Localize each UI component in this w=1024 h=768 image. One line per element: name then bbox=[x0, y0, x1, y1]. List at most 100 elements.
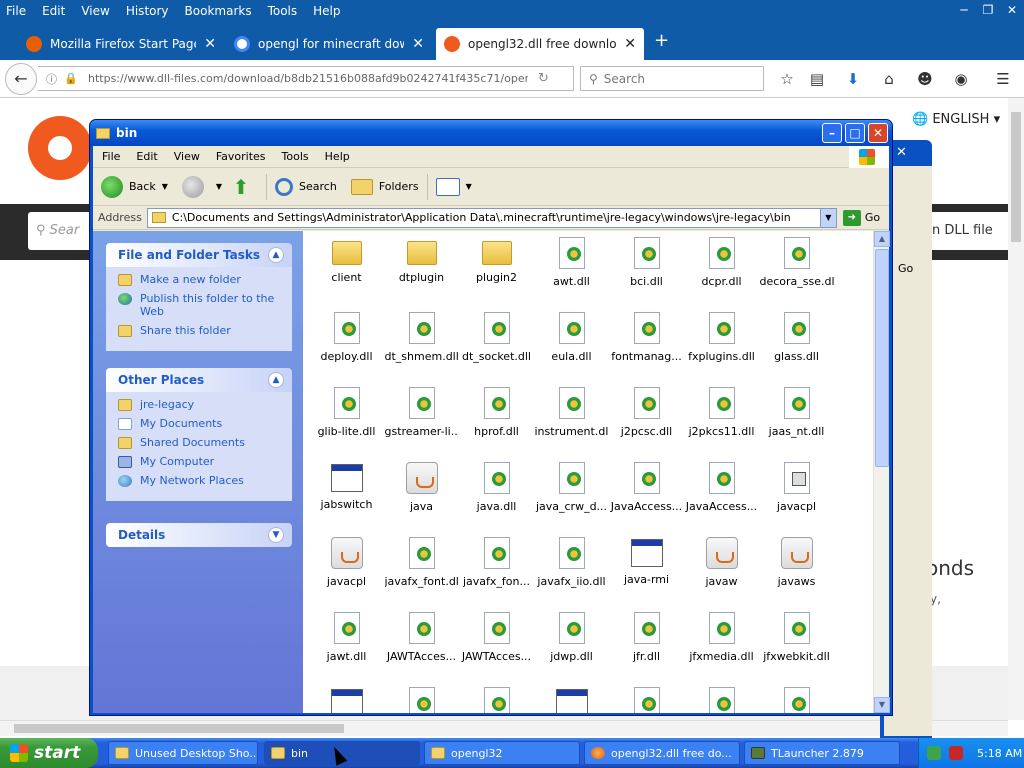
file-item[interactable]: JavaAccess... bbox=[609, 460, 684, 535]
file-item[interactable]: JAWTAcces... bbox=[384, 610, 459, 685]
menu-help[interactable]: Help bbox=[317, 150, 358, 163]
task-make-folder[interactable]: Make a new folder bbox=[118, 273, 282, 286]
file-item[interactable]: javaw bbox=[684, 535, 759, 610]
ff-menu-file[interactable]: File bbox=[0, 4, 34, 18]
ff-menu-tools[interactable]: Tools bbox=[260, 4, 306, 18]
task-publish-web[interactable]: Publish this folder to the Web bbox=[118, 292, 282, 318]
clock[interactable]: 5:18 AM bbox=[977, 747, 1022, 760]
file-item[interactable]: dcpr.dll bbox=[684, 235, 759, 310]
file-item[interactable]: java.dll bbox=[459, 460, 534, 535]
pocket-icon[interactable]: ◉ bbox=[950, 68, 972, 90]
file-item[interactable]: hprof.dll bbox=[459, 385, 534, 460]
minimize-button[interactable]: – bbox=[822, 123, 842, 143]
file-item[interactable]: javafx_font.dll bbox=[384, 535, 459, 610]
menu-file[interactable]: File bbox=[93, 150, 128, 163]
language-selector[interactable]: 🌐 ENGLISH ▾ bbox=[912, 112, 1000, 127]
url-bar[interactable]: ⓘ 🔒 https://www.dll-files.com/download/b… bbox=[38, 66, 574, 91]
start-button[interactable]: start bbox=[0, 738, 98, 768]
file-item[interactable] bbox=[609, 685, 684, 713]
up-folder-button[interactable]: ⬆ bbox=[230, 176, 258, 198]
tab-start-page[interactable]: Mozilla Firefox Start Page ✕ bbox=[18, 30, 224, 58]
file-item[interactable]: fxplugins.dll bbox=[684, 310, 759, 385]
search-button[interactable]: Search bbox=[275, 177, 337, 196]
file-item[interactable]: jaas_nt.dll bbox=[759, 385, 834, 460]
file-item[interactable]: javafx_iio.dll bbox=[534, 535, 609, 610]
file-item[interactable]: javafx_fon... bbox=[459, 535, 534, 610]
tab-dll-files[interactable]: opengl32.dll free download | D... ✕ bbox=[436, 28, 644, 60]
file-item[interactable]: JavaAccess... bbox=[684, 460, 759, 535]
chevron-down-icon[interactable]: ▼ bbox=[216, 182, 222, 191]
network-tray-icon[interactable] bbox=[927, 746, 941, 760]
ff-menu-view[interactable]: View bbox=[73, 4, 117, 18]
search-box[interactable]: ⚲ Search bbox=[580, 66, 764, 91]
expand-icon[interactable]: ▼ bbox=[268, 527, 284, 543]
scroll-up-icon[interactable]: ▲ bbox=[874, 231, 890, 247]
back-button[interactable]: ← bbox=[5, 63, 37, 95]
file-item[interactable]: jdwp.dll bbox=[534, 610, 609, 685]
scroll-thumb[interactable] bbox=[1011, 112, 1021, 242]
file-item[interactable]: jawt.dll bbox=[309, 610, 384, 685]
tab-close-icon[interactable]: ✕ bbox=[624, 36, 636, 52]
collapse-icon[interactable]: ▲ bbox=[268, 372, 284, 388]
file-item[interactable]: javaws bbox=[759, 535, 834, 610]
file-item[interactable]: dt_socket.dll bbox=[459, 310, 534, 385]
scroll-down-icon[interactable]: ▼ bbox=[874, 697, 890, 713]
minimize-icon[interactable]: ─ bbox=[954, 2, 974, 19]
ff-menu-bookmarks[interactable]: Bookmarks bbox=[177, 4, 260, 18]
file-item[interactable]: java-rmi bbox=[609, 535, 684, 610]
file-item[interactable]: plugin2 bbox=[459, 235, 534, 310]
file-item[interactable]: gstreamer-li... bbox=[384, 385, 459, 460]
address-input[interactable]: C:\Documents and Settings\Administrator\… bbox=[146, 207, 837, 228]
panel-header[interactable]: Other Places ▲ bbox=[106, 368, 292, 392]
site-search-input[interactable]: ⚲ Sear bbox=[28, 212, 98, 250]
hamburger-menu-icon[interactable]: ☰ bbox=[992, 68, 1014, 90]
file-item[interactable]: awt.dll bbox=[534, 235, 609, 310]
file-item[interactable] bbox=[759, 685, 834, 713]
info-icon[interactable]: ⓘ bbox=[46, 71, 57, 87]
folders-button[interactable]: Folders bbox=[350, 178, 419, 195]
close-icon[interactable]: ✕ bbox=[1002, 2, 1022, 19]
back-button[interactable]: Back ▼ bbox=[101, 175, 168, 198]
scroll-thumb[interactable] bbox=[875, 249, 889, 467]
task-share-folder[interactable]: Share this folder bbox=[118, 324, 282, 337]
menu-view[interactable]: View bbox=[166, 150, 208, 163]
taskbar-opengl32[interactable]: opengl32 bbox=[424, 741, 580, 765]
collapse-icon[interactable]: ▲ bbox=[268, 247, 284, 263]
reading-list-icon[interactable]: ▤ bbox=[806, 68, 828, 90]
scroll-thumb[interactable] bbox=[14, 724, 344, 733]
ff-menu-help[interactable]: Help bbox=[305, 4, 348, 18]
dll-files-logo[interactable] bbox=[28, 116, 92, 180]
go-label[interactable]: Go bbox=[898, 262, 913, 275]
page-horizontal-scrollbar[interactable] bbox=[0, 720, 1008, 736]
close-button[interactable]: ✕ bbox=[868, 123, 888, 143]
go-button[interactable]: ➜ Go bbox=[842, 209, 880, 226]
file-item[interactable]: eula.dll bbox=[534, 310, 609, 385]
explorer-title-bar[interactable]: bin – □ ✕ bbox=[90, 120, 892, 146]
file-item[interactable]: j2pcsc.dll bbox=[609, 385, 684, 460]
file-item[interactable]: j2pkcs11.dll bbox=[684, 385, 759, 460]
file-item[interactable]: java_crw_d... bbox=[534, 460, 609, 535]
file-item[interactable] bbox=[459, 685, 534, 713]
file-item[interactable]: jfxwebkit.dll bbox=[759, 610, 834, 685]
taskbar-unused-desktop[interactable]: Unused Desktop Sho... bbox=[108, 741, 258, 765]
tab-close-icon[interactable]: ✕ bbox=[204, 36, 216, 52]
file-item[interactable]: fontmanag... bbox=[609, 310, 684, 385]
place-my-documents[interactable]: My Documents bbox=[118, 417, 282, 430]
file-item[interactable] bbox=[309, 685, 384, 713]
menu-favorites[interactable]: Favorites bbox=[208, 150, 274, 163]
panel-header[interactable]: Details ▼ bbox=[106, 523, 292, 547]
file-item[interactable] bbox=[684, 685, 759, 713]
new-tab-icon[interactable]: + bbox=[654, 30, 669, 51]
security-shield-icon[interactable] bbox=[949, 746, 963, 760]
file-item[interactable]: javacpl bbox=[309, 535, 384, 610]
taskbar-firefox[interactable]: opengl32.dll free do... bbox=[584, 741, 740, 765]
close-icon[interactable]: ✕ bbox=[896, 145, 907, 160]
restore-icon[interactable]: ❐ bbox=[978, 2, 998, 19]
page-vertical-scrollbar[interactable] bbox=[1008, 98, 1024, 720]
ff-menu-edit[interactable]: Edit bbox=[34, 4, 73, 18]
taskbar-tlauncher[interactable]: TLauncher 2.879 bbox=[744, 741, 900, 765]
url-text[interactable]: https://www.dll-files.com/download/b8db2… bbox=[88, 72, 528, 85]
file-item[interactable]: glib-lite.dll bbox=[309, 385, 384, 460]
menu-edit[interactable]: Edit bbox=[128, 150, 165, 163]
file-item[interactable]: instrument.dll bbox=[534, 385, 609, 460]
